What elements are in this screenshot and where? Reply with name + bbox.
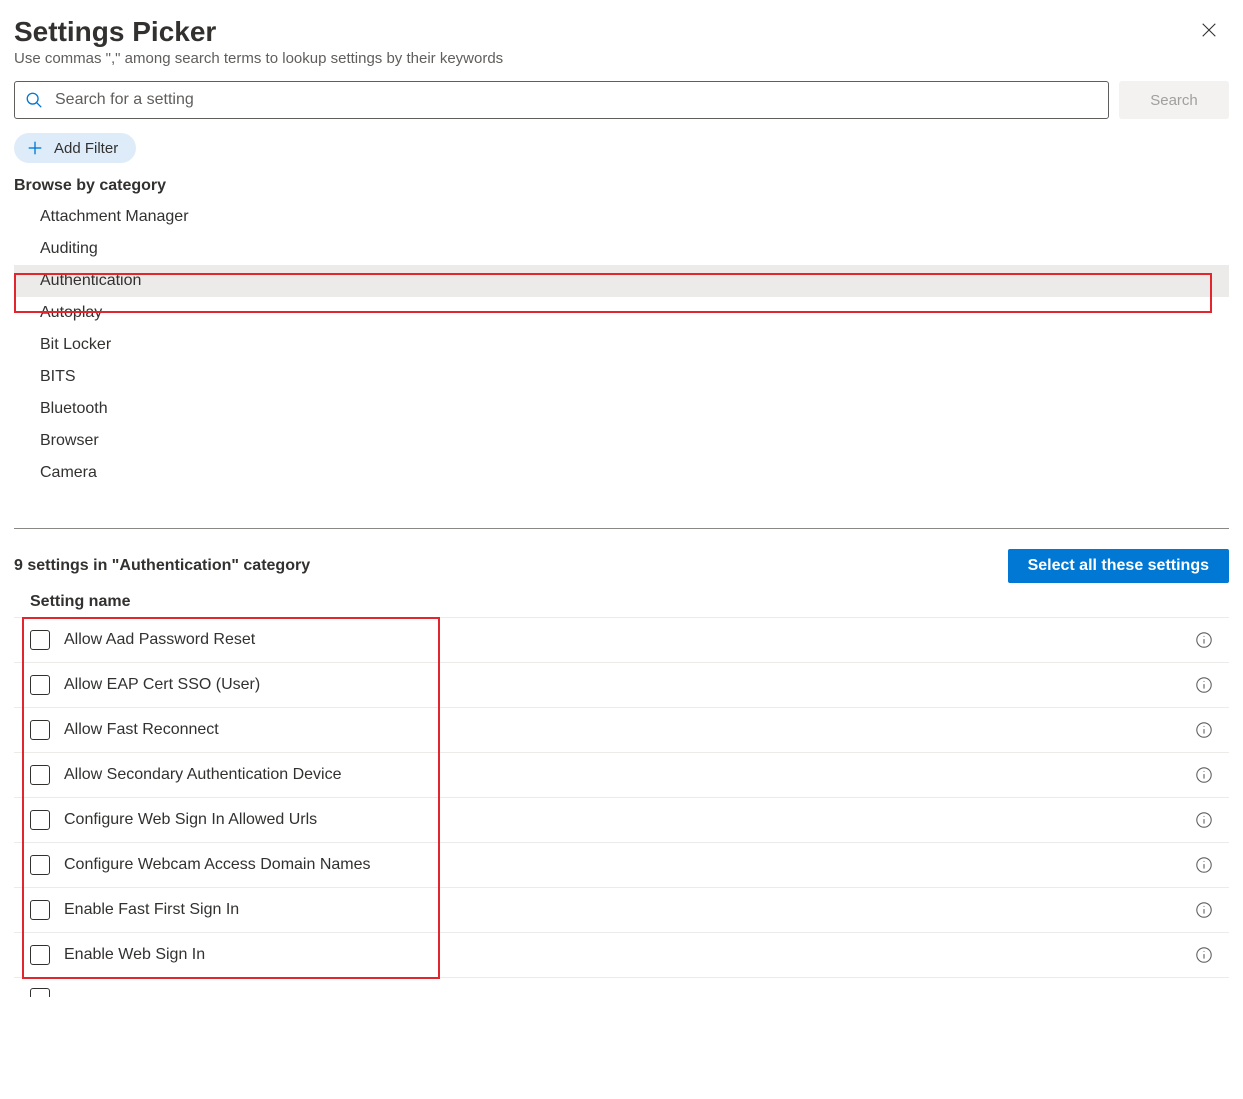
setting-checkbox[interactable]: [30, 900, 50, 920]
select-all-button[interactable]: Select all these settings: [1008, 549, 1229, 583]
category-item[interactable]: BITS: [14, 361, 1229, 393]
setting-row[interactable]: Allow EAP Cert SSO (User): [14, 663, 1229, 708]
category-item[interactable]: Camera: [14, 457, 1229, 489]
setting-label: Enable Web Sign In: [64, 946, 1195, 964]
setting-checkbox[interactable]: [30, 810, 50, 830]
setting-label: Allow Secondary Authentication Device: [64, 766, 1195, 784]
page-subtitle: Use commas "," among search terms to loo…: [14, 50, 1229, 67]
category-item[interactable]: Bit Locker: [14, 329, 1229, 361]
info-icon[interactable]: [1195, 901, 1213, 919]
setting-label: Configure Web Sign In Allowed Urls: [64, 811, 1195, 829]
setting-row[interactable]: Allow Secondary Authentication Device: [14, 753, 1229, 798]
add-filter-button[interactable]: Add Filter: [14, 133, 136, 163]
page-title: Settings Picker: [14, 16, 1229, 48]
setting-row[interactable]: Configure Web Sign In Allowed Urls: [14, 798, 1229, 843]
plus-icon: [26, 139, 44, 157]
setting-row[interactable]: Allow Aad Password Reset: [14, 618, 1229, 663]
info-icon[interactable]: [1195, 766, 1213, 784]
category-item[interactable]: Autoplay: [14, 297, 1229, 329]
setting-row[interactable]: Enable Fast First Sign In: [14, 888, 1229, 933]
info-icon[interactable]: [1195, 856, 1213, 874]
search-input[interactable]: [53, 90, 1098, 110]
close-icon: [1200, 21, 1218, 39]
results-count-text: 9 settings in "Authentication" category: [14, 557, 310, 575]
setting-label: Allow Aad Password Reset: [64, 631, 1195, 649]
setting-label: Configure Webcam Access Domain Names: [64, 856, 1195, 874]
category-list[interactable]: Attachment ManagerAuditingAuthentication…: [14, 201, 1229, 529]
search-icon: [25, 91, 43, 109]
setting-label: Enable Fast First Sign In: [64, 901, 1195, 919]
setting-checkbox[interactable]: [30, 765, 50, 785]
category-item[interactable]: Authentication: [14, 265, 1229, 297]
setting-checkbox[interactable]: [30, 675, 50, 695]
category-item[interactable]: Attachment Manager: [14, 201, 1229, 233]
category-item[interactable]: Browser: [14, 425, 1229, 457]
settings-list[interactable]: Allow Aad Password Reset Allow EAP Cert S…: [14, 617, 1229, 997]
category-item[interactable]: Auditing: [14, 233, 1229, 265]
setting-label: Allow EAP Cert SSO (User): [64, 676, 1195, 694]
search-button[interactable]: Search: [1119, 81, 1229, 119]
info-icon[interactable]: [1195, 721, 1213, 739]
info-icon[interactable]: [1195, 946, 1213, 964]
setting-row[interactable]: Configure Webcam Access Domain Names: [14, 843, 1229, 888]
info-icon[interactable]: [1195, 811, 1213, 829]
setting-checkbox[interactable]: [30, 630, 50, 650]
category-item[interactable]: Bluetooth: [14, 393, 1229, 425]
column-header-setting-name: Setting name: [14, 593, 1229, 611]
setting-checkbox[interactable]: [30, 988, 50, 997]
search-box[interactable]: [14, 81, 1109, 119]
setting-row[interactable]: Allow Fast Reconnect: [14, 708, 1229, 753]
setting-label: Allow Fast Reconnect: [64, 721, 1195, 739]
setting-row[interactable]: [14, 978, 1229, 997]
setting-row[interactable]: Enable Web Sign In: [14, 933, 1229, 978]
info-icon[interactable]: [1195, 631, 1213, 649]
add-filter-label: Add Filter: [54, 140, 118, 157]
setting-checkbox[interactable]: [30, 720, 50, 740]
browse-by-category-label: Browse by category: [14, 177, 1229, 195]
info-icon[interactable]: [1195, 676, 1213, 694]
setting-checkbox[interactable]: [30, 945, 50, 965]
setting-checkbox[interactable]: [30, 855, 50, 875]
close-button[interactable]: [1197, 18, 1221, 42]
